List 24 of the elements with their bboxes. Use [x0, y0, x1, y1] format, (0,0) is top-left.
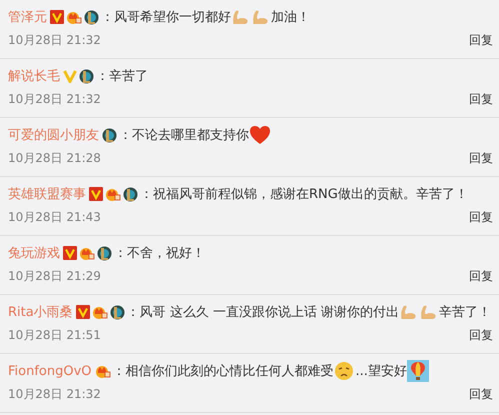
comment-time: 10月28日 21:29: [8, 268, 101, 284]
comment-text: ：相信你们此刻的心情比任何人都难受: [112, 363, 334, 380]
comment-text: ...望安好: [356, 363, 407, 380]
comment-text: 辛苦了！: [439, 304, 492, 321]
comment-time: 10月28日 21:43: [8, 208, 101, 226]
comment-text: ：辛苦了: [96, 68, 148, 85]
reply-link[interactable]: 回复: [469, 150, 493, 166]
comment-text: ：不舍，祝好！: [114, 245, 205, 262]
comment-time: 10月28日 21:32: [8, 90, 101, 108]
comment-time: 10月28日 21:32: [8, 386, 101, 402]
comment-text: ：风哥 这么久 一直没跟你说上话 谢谢你的付出: [126, 304, 400, 321]
comment-text: ：不论去哪里都支持你: [119, 127, 249, 144]
reply-link[interactable]: 回复: [469, 386, 493, 402]
comment-time: 10月28日 21:32: [8, 32, 101, 48]
comment-text: ：风哥希望你一切都好: [101, 9, 231, 26]
comment-text: ：祝福风哥前程似锦，感谢在RNG做出的贡献。辛苦了！: [140, 186, 468, 203]
comment-time: 10月28日 21:51: [8, 326, 101, 344]
comment-time: 10月28日 21:28: [8, 150, 101, 166]
reply-link[interactable]: 回复: [469, 208, 493, 226]
reply-link[interactable]: 回复: [469, 326, 493, 344]
reply-link[interactable]: 回复: [469, 90, 493, 108]
reply-link[interactable]: 回复: [469, 32, 493, 48]
comment-text: 加油！: [271, 9, 310, 26]
reply-link[interactable]: 回复: [469, 268, 493, 284]
